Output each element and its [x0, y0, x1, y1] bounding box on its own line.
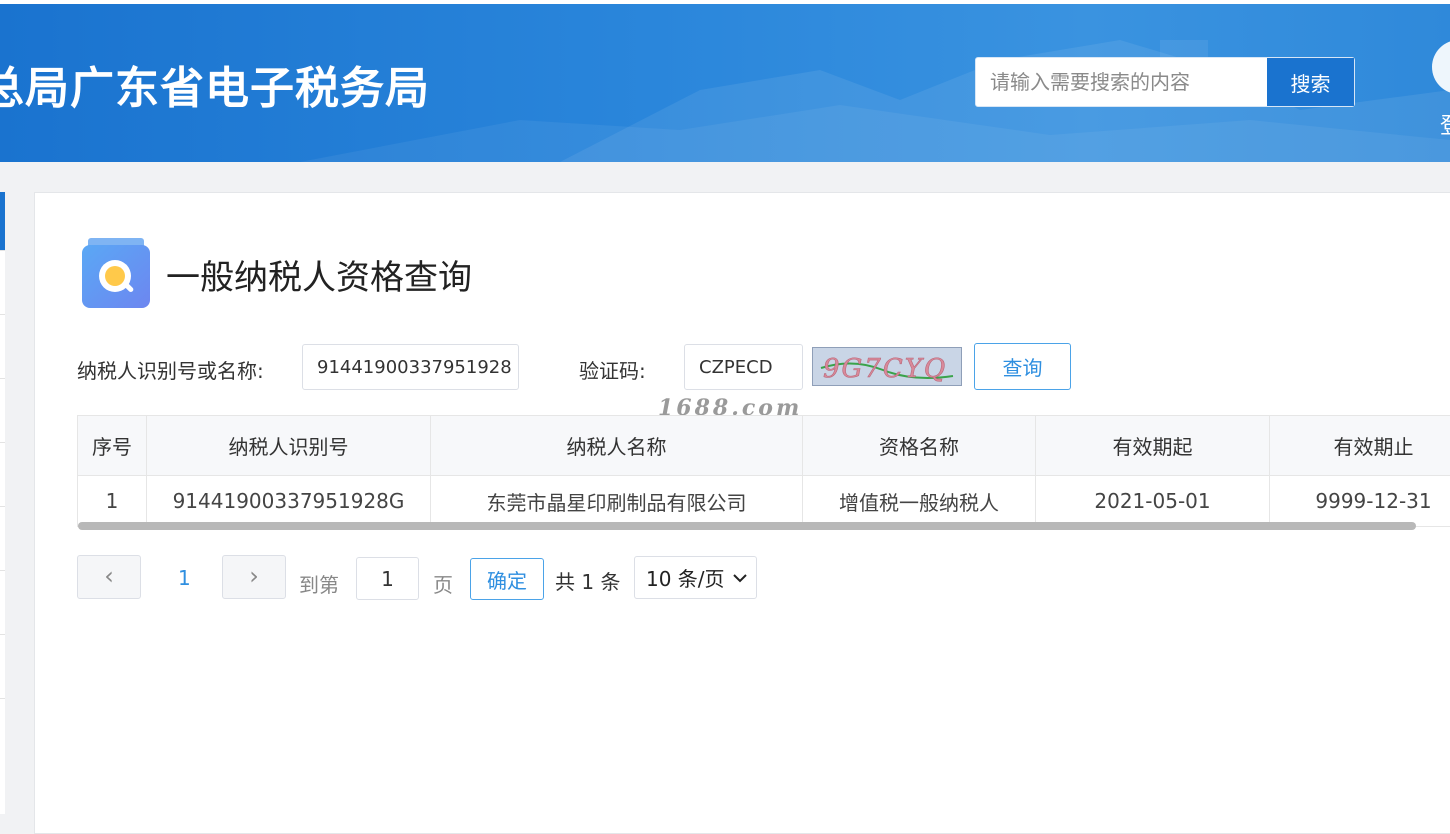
sidebar-divider	[0, 698, 5, 699]
chevron-left-icon: ‹	[104, 562, 114, 590]
column-header-qualification: 资格名称	[803, 416, 1036, 476]
goto-confirm-button[interactable]: 确定	[470, 558, 544, 600]
sidebar-strip	[0, 192, 5, 814]
goto-prefix-label: 到第	[299, 569, 339, 598]
goto-page-input[interactable]	[356, 557, 419, 600]
sidebar-divider	[0, 250, 5, 251]
sidebar-divider	[0, 506, 5, 507]
captcha-image[interactable]: 9G7CYQ	[812, 347, 962, 386]
chevron-right-icon: ›	[249, 562, 259, 590]
results-table: 序号 纳税人识别号 纳税人名称 资格名称 有效期起 有效期止 1 9144190…	[77, 415, 1450, 527]
captcha-input[interactable]	[684, 344, 803, 390]
page-title: 一般纳税人资格查询	[166, 250, 472, 299]
search-box: 搜索	[975, 57, 1355, 107]
query-button[interactable]: 查询	[974, 343, 1071, 390]
captcha-label: 验证码:	[579, 355, 646, 384]
current-page-number[interactable]: 1	[178, 566, 191, 590]
login-label[interactable]: 登	[1440, 108, 1450, 140]
query-folder-icon	[82, 238, 150, 308]
prev-page-button[interactable]: ‹	[77, 555, 141, 599]
captcha-graphic: 9G7CYQ	[813, 348, 961, 385]
cell-index: 1	[78, 476, 147, 527]
taxpayer-input[interactable]	[302, 344, 519, 390]
goto-suffix-label: 页	[433, 569, 453, 598]
captcha-text: 9G7CYQ	[823, 354, 947, 384]
column-header-taxpayer-name: 纳税人名称	[431, 416, 803, 476]
table-row: 1 91441900337951928G 东莞市晶星印刷制品有限公司 增值税一般…	[78, 476, 1450, 527]
site-header: 总局广东省电子税务局 搜索 登	[0, 0, 1450, 162]
sidebar-active-item[interactable]	[0, 192, 5, 250]
table-header-row: 序号 纳税人识别号 纳税人名称 资格名称 有效期起 有效期止	[78, 416, 1450, 476]
column-header-valid-to: 有效期止	[1270, 416, 1450, 476]
column-header-taxpayer-id: 纳税人识别号	[147, 416, 431, 476]
total-count-text: 共 1 条	[555, 566, 620, 595]
sidebar-divider	[0, 634, 5, 635]
search-input[interactable]	[976, 58, 1266, 106]
results-table-container: 序号 纳税人识别号 纳税人名称 资格名称 有效期起 有效期止 1 9144190…	[77, 415, 1450, 531]
page-size-select[interactable]: 10 条/页	[634, 556, 757, 599]
next-page-button[interactable]: ›	[222, 555, 286, 599]
cell-qualification: 增值税一般纳税人	[803, 476, 1036, 527]
cell-taxpayer-id: 91441900337951928G	[147, 476, 431, 527]
cell-valid-from: 2021-05-01	[1036, 476, 1270, 527]
horizontal-scrollbar[interactable]	[78, 522, 1416, 530]
column-header-valid-from: 有效期起	[1036, 416, 1270, 476]
cell-taxpayer-name: 东莞市晶星印刷制品有限公司	[431, 476, 803, 527]
cell-valid-to: 9999-12-31	[1270, 476, 1450, 527]
site-title: 总局广东省电子税务局	[0, 52, 430, 116]
sidebar-divider	[0, 314, 5, 315]
column-header-index: 序号	[78, 416, 147, 476]
search-button[interactable]: 搜索	[1266, 58, 1354, 106]
sidebar-divider	[0, 570, 5, 571]
chevron-down-icon	[733, 573, 747, 583]
sidebar-divider	[0, 378, 5, 379]
sidebar-divider	[0, 442, 5, 443]
taxpayer-label: 纳税人识别号或名称:	[77, 355, 264, 384]
page-size-value: 10 条/页	[646, 563, 725, 592]
